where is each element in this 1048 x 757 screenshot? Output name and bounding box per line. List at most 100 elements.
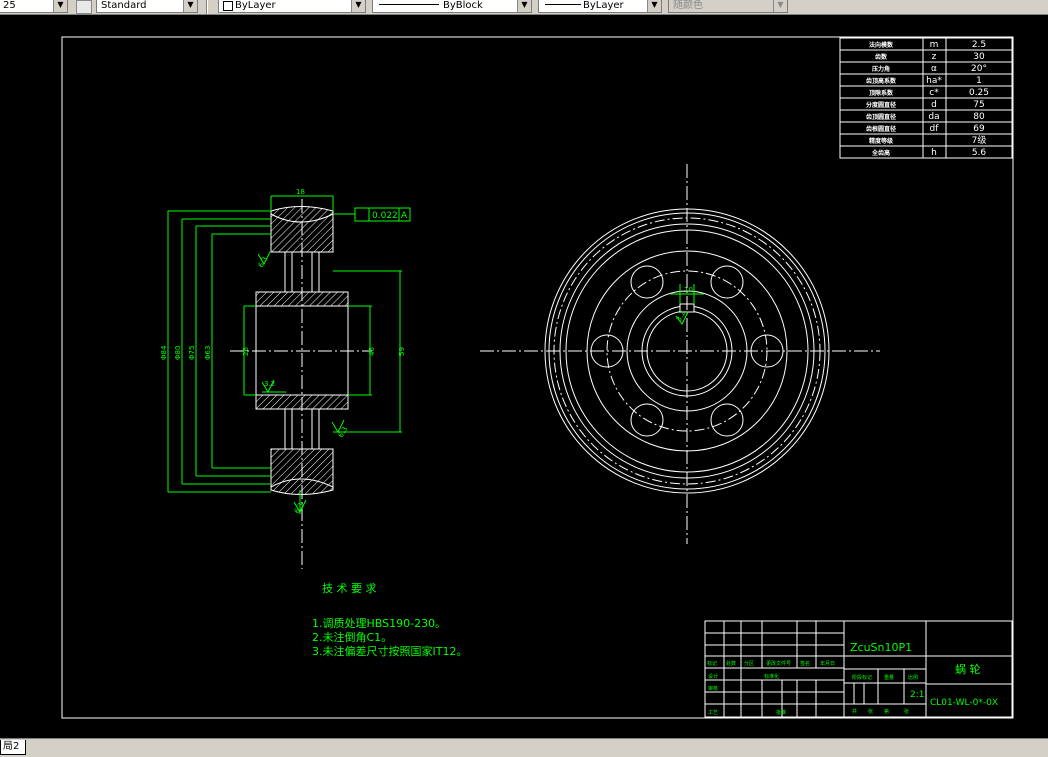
label-review: 审核	[708, 685, 718, 692]
table-cell-sym: h	[931, 148, 937, 158]
table-cell-val: 2.5	[972, 40, 986, 50]
chevron-down-icon[interactable]: ▼	[517, 0, 531, 12]
label-sheets-2: 张	[904, 708, 909, 715]
dim-d80: Φ80	[174, 346, 182, 360]
scale-value: 2:1	[910, 690, 924, 700]
table-cell-name: 齿数	[875, 53, 888, 61]
label-approve: 批准	[776, 709, 786, 716]
table-cell-sym: d	[931, 100, 937, 110]
plotstyle-value: 随颜色	[673, 0, 703, 11]
table-cell-sym: z	[932, 52, 937, 62]
label-total: 共	[852, 708, 857, 715]
dim-46: 46	[368, 347, 376, 356]
header-date: 年月日	[820, 660, 835, 667]
chevron-down-icon[interactable]: ▼	[53, 0, 67, 12]
table-cell-sym: ha*	[926, 76, 942, 86]
layout-tab-bar: 局2	[0, 738, 1048, 757]
label-scale: 比例	[908, 674, 918, 681]
chevron-down-icon[interactable]: ▼	[351, 0, 365, 12]
label-process: 工艺	[708, 710, 718, 716]
dim-d63: Φ63	[204, 346, 212, 360]
header-count: 处数	[726, 660, 736, 667]
table-cell-sym: α	[931, 64, 937, 74]
textstyle-value: Standard	[101, 0, 147, 11]
note-2: 2.未注倒角C1。	[312, 630, 392, 644]
lineweight-sample-icon	[545, 4, 581, 5]
table-cell-val: 7级	[972, 134, 987, 146]
table-cell-sym: c*	[929, 88, 939, 98]
dim-roughness-1: 3.2	[264, 380, 275, 388]
linetype-value: ByBlock	[443, 0, 483, 11]
color-swatch-icon	[223, 1, 233, 11]
table-cell-name: 分度圆直径	[866, 101, 896, 109]
table-cell-name: 全齿高	[871, 149, 890, 157]
material-text: ZcuSn10P1	[850, 641, 912, 654]
table-cell-name: 顶隙系数	[869, 89, 894, 97]
table-cell-val: 75	[973, 100, 984, 110]
dim-roughness-3: 6.3	[337, 425, 349, 439]
header-change-doc: 更改文件号	[766, 660, 791, 667]
label-standard: 标准化	[764, 673, 779, 680]
note-1: 1.调质处理HBS190-230。	[312, 617, 446, 630]
note-3: 3.未注偏差尺寸按照国家IT12。	[312, 644, 467, 658]
dim-d84: Φ84	[160, 345, 168, 360]
dim-59: 59	[398, 347, 406, 356]
table-cell-sym: m	[930, 40, 939, 50]
dim-width-top: 18	[296, 188, 305, 196]
text-style-icon[interactable]	[76, 0, 92, 14]
table-cell-name: 齿顶圆直径	[866, 113, 896, 121]
dim-tolerance: 0.022	[372, 211, 398, 221]
dim-keyway: 10	[684, 286, 693, 294]
properties-toolbar: 25 ▼ Standard ▼ ByLayer ▼ ByBlock ▼ ByLa…	[0, 0, 1048, 15]
dim-d75: Φ75	[188, 346, 196, 360]
table-cell-name: 齿顶高系数	[866, 77, 897, 85]
layout-tab[interactable]: 局2	[0, 740, 27, 755]
lineweight-value: ByLayer	[583, 0, 624, 11]
drawing-canvas[interactable]: 法向模数 m 2.5 齿数 z 30 压力角 α 20° 齿顶高系数 ha* 1 顶隙系数 c* 0.25 分…	[0, 14, 1048, 738]
header-zone: 分区	[744, 660, 754, 667]
table-cell-name: 压力角	[872, 65, 890, 73]
dimstyle-dropdown[interactable]: 25 ▼	[0, 0, 68, 13]
table-cell-val: 1	[976, 76, 982, 86]
section-view	[230, 199, 372, 569]
toolbar-separator	[206, 0, 208, 14]
label-weight: 重量	[884, 674, 894, 681]
label-nth: 第	[884, 708, 889, 715]
dimstyle-value: 25	[3, 0, 16, 11]
linetype-dropdown[interactable]: ByBlock ▼	[372, 0, 532, 13]
dim-26: 26	[242, 347, 250, 356]
label-stage: 阶段标记	[852, 674, 872, 681]
linetype-sample-icon	[379, 4, 439, 5]
plotstyle-dropdown[interactable]: 随颜色 ▼	[668, 0, 788, 13]
table-cell-name: 齿根圆直径	[866, 125, 896, 133]
table-cell-sym: da	[928, 112, 939, 122]
table-cell-val: 5.6	[972, 148, 987, 158]
color-value: ByLayer	[235, 0, 276, 11]
chevron-down-icon[interactable]: ▼	[773, 0, 787, 12]
table-cell-sym: df	[930, 124, 940, 134]
title-block-texts: ZcuSn10P1 蜗 轮 2:1 CL01-WL-0*-0X 标记 处数 分区…	[707, 641, 998, 716]
dim-datum: A	[401, 211, 408, 221]
table-cell-name: 法向模数	[869, 41, 894, 49]
table-cell-val: 80	[973, 112, 985, 122]
chevron-down-icon[interactable]: ▼	[647, 0, 661, 12]
table-cell-name: 精度等级	[869, 137, 893, 145]
technical-notes: 技 术 要 求 1.调质处理HBS190-230。 2.未注倒角C1。 3.未注…	[312, 582, 467, 658]
label-design: 设计	[708, 673, 718, 680]
part-name: 蜗 轮	[955, 662, 981, 676]
header-sign: 签名	[800, 660, 810, 667]
table-cell-val: 69	[973, 124, 985, 134]
front-view	[480, 164, 880, 544]
table-cell-val: 30	[973, 52, 985, 62]
chevron-down-icon[interactable]: ▼	[183, 0, 197, 12]
table-cell-val: 0.25	[969, 88, 989, 98]
label-sheets-1: 张	[868, 708, 873, 715]
notes-title: 技 术 要 求	[322, 582, 377, 595]
parameter-table: 法向模数 m 2.5 齿数 z 30 压力角 α 20° 齿顶高系数 ha* 1 顶隙系数 c* 0.25 分…	[839, 37, 1013, 159]
lineweight-dropdown[interactable]: ByLayer ▼	[538, 0, 662, 13]
textstyle-dropdown[interactable]: Standard ▼	[96, 0, 198, 13]
drawing-number: CL01-WL-0*-0X	[930, 698, 998, 708]
header-mark: 标记	[707, 660, 717, 667]
table-cell-val: 20°	[971, 64, 987, 74]
layer-color-dropdown[interactable]: ByLayer ▼	[218, 0, 366, 13]
